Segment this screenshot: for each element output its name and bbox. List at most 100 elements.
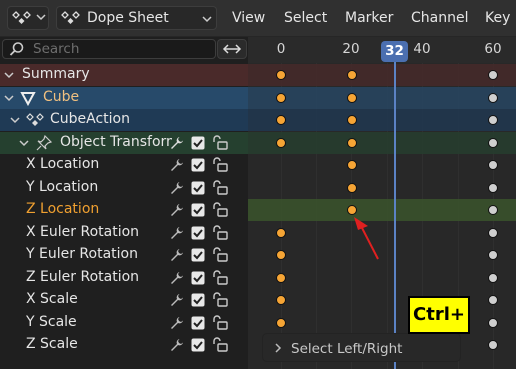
playhead-line[interactable] (394, 61, 396, 369)
channel-cube[interactable]: Cube (0, 87, 248, 109)
fcurve-channel[interactable]: Z Location (0, 199, 248, 221)
fcurve-channel[interactable]: X Scale (0, 289, 248, 311)
editor-type-button[interactable] (7, 6, 49, 30)
keyframe[interactable] (346, 70, 357, 80)
keyframe-track[interactable] (248, 154, 516, 176)
wrench-icon[interactable] (170, 158, 184, 172)
keyframe[interactable] (488, 160, 498, 170)
checkbox-checked-icon[interactable] (191, 203, 205, 217)
keyframe[interactable] (346, 93, 357, 103)
menu-select[interactable]: Select (284, 10, 327, 26)
checkbox-checked-icon[interactable] (191, 338, 205, 352)
operator-redo-panel[interactable]: Select Left/Right (262, 333, 461, 362)
keyframe[interactable] (488, 227, 498, 238)
keyframe[interactable] (276, 250, 286, 260)
fcurve-channel[interactable]: X Location (0, 154, 248, 176)
keyframe[interactable] (488, 93, 498, 103)
lock-open-icon[interactable] (212, 314, 228, 331)
channel-summary[interactable]: Summary (0, 64, 248, 86)
lock-open-icon[interactable] (212, 224, 228, 241)
search-input[interactable]: Search (2, 39, 216, 59)
fcurve-channel[interactable]: Y Euler Rotation (0, 244, 248, 266)
keyframe[interactable] (488, 115, 498, 125)
keyframe-track[interactable] (248, 177, 516, 199)
keyframe-track[interactable] (248, 267, 516, 289)
wrench-icon[interactable] (170, 181, 184, 195)
keyframe[interactable] (488, 272, 498, 283)
mode-select[interactable]: Dope Sheet (56, 6, 217, 30)
checkbox-checked-icon[interactable] (191, 136, 205, 150)
lock-open-icon[interactable] (212, 337, 228, 353)
wrench-icon[interactable] (170, 136, 184, 150)
ruler-tick: 0 (276, 41, 286, 57)
menu-channel[interactable]: Channel (411, 10, 468, 26)
keyframe[interactable] (488, 295, 498, 305)
keyframe-track[interactable] (248, 64, 516, 86)
keyframe-track[interactable] (248, 87, 516, 109)
lock-open-icon[interactable] (212, 247, 228, 263)
keyframe[interactable] (488, 138, 498, 148)
keyframe[interactable] (276, 93, 286, 103)
fcurve-channel[interactable]: Y Location (0, 177, 248, 199)
wrench-icon[interactable] (170, 271, 184, 285)
checkbox-checked-icon[interactable] (191, 248, 205, 262)
wrench-icon[interactable] (170, 338, 184, 352)
keyframe[interactable] (488, 317, 498, 328)
keyframe[interactable] (488, 182, 498, 193)
checkbox-checked-icon[interactable] (191, 181, 205, 195)
current-frame-indicator[interactable]: 32 (381, 41, 408, 62)
lock-open-icon[interactable] (212, 179, 228, 196)
fcurve-channel[interactable]: Z Scale (0, 334, 248, 356)
checkbox-checked-icon[interactable] (191, 293, 205, 307)
keyframe-track[interactable] (248, 312, 516, 334)
fcurve-channel[interactable]: X Euler Rotation (0, 222, 248, 244)
keyframe[interactable] (276, 138, 286, 148)
lock-open-icon[interactable] (212, 269, 228, 286)
keyframe[interactable] (346, 160, 357, 170)
menu-view[interactable]: View (232, 10, 265, 26)
swap-channels-button[interactable] (217, 39, 247, 59)
keyframe-track[interactable] (248, 289, 516, 311)
keyframe[interactable] (276, 115, 286, 125)
channel-label: Z Scale (26, 336, 78, 352)
pin-icon (36, 135, 52, 151)
checkbox-checked-icon[interactable] (191, 316, 205, 330)
keyframe-track[interactable] (248, 109, 516, 131)
wrench-icon[interactable] (170, 226, 184, 240)
lock-open-icon[interactable] (212, 292, 228, 308)
keyframe[interactable] (488, 205, 498, 215)
keyframe[interactable] (346, 138, 357, 148)
checkbox-checked-icon[interactable] (191, 226, 205, 240)
keyframe-track[interactable] (248, 132, 516, 154)
wrench-icon[interactable] (170, 203, 184, 217)
keyframe[interactable] (346, 115, 357, 125)
keyframe[interactable] (488, 250, 498, 260)
keyframe[interactable] (488, 340, 498, 350)
fcurve-channel[interactable]: Z Euler Rotation (0, 267, 248, 289)
keyframe[interactable] (276, 70, 286, 80)
wrench-icon[interactable] (170, 293, 184, 307)
keyframe[interactable] (276, 227, 286, 238)
checkbox-checked-icon[interactable] (191, 158, 205, 172)
menu-key[interactable]: Key (485, 10, 510, 26)
lock-open-icon[interactable] (212, 135, 228, 151)
wrench-icon[interactable] (170, 316, 184, 330)
keyframe[interactable] (346, 182, 357, 193)
dopesheet-header: Dope Sheet View Select Marker Channel Ke… (0, 0, 516, 37)
fcurve-channel[interactable]: Y Scale (0, 312, 248, 334)
keyframe[interactable] (488, 70, 498, 80)
keyframe[interactable] (276, 272, 286, 283)
lock-open-icon[interactable] (212, 202, 228, 218)
lock-open-icon[interactable] (212, 157, 228, 173)
channel-object-transforms[interactable]: Object Transforms (0, 132, 248, 154)
menu-marker[interactable]: Marker (345, 10, 393, 26)
keyframe[interactable] (276, 295, 286, 305)
keyframe[interactable] (276, 317, 286, 328)
checkbox-checked-icon[interactable] (191, 271, 205, 285)
operator-label: Select Left/Right (291, 341, 403, 357)
wrench-icon[interactable] (170, 248, 184, 262)
keyframe-area[interactable]: 0 20 40 60 32 (248, 37, 516, 369)
chevron-down-icon (36, 14, 46, 21)
channel-label: Z Location (26, 201, 100, 217)
channel-cubeaction[interactable]: CubeAction (0, 109, 248, 131)
